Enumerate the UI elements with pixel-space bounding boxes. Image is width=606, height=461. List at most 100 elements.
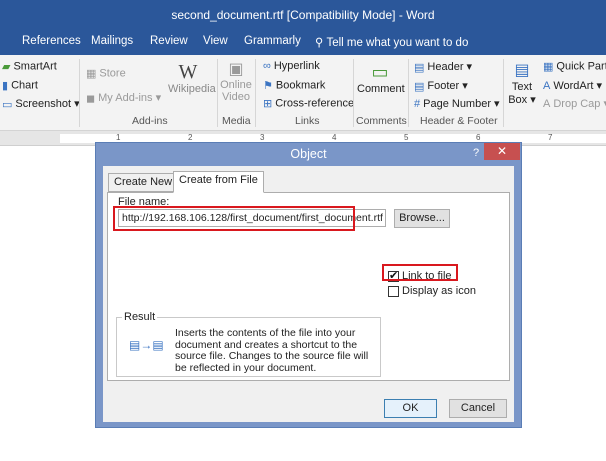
media-group-label: Media	[222, 115, 251, 127]
store-icon: ▦	[86, 68, 97, 80]
create-from-file-panel: File name: http://192.168.106.128/first_…	[107, 192, 510, 381]
comment-label: Comment	[357, 83, 405, 95]
window-title-bar: second_document.rtf [Compatibility Mode]…	[0, 0, 606, 31]
linked-file-icon: ▤→▤	[129, 338, 164, 352]
drop-cap-label: Drop Cap	[553, 98, 601, 110]
cancel-button[interactable]: Cancel	[449, 399, 507, 418]
wordart-button[interactable]: A WordArt ▾	[543, 79, 602, 92]
ribbon-tab-bar: References Mailings Review View Grammarl…	[0, 31, 606, 55]
cross-reference-label: Cross-reference	[275, 97, 355, 110]
footer-label: Footer	[427, 80, 460, 92]
tell-me-box[interactable]: ⚲ Tell me what you want to do	[315, 35, 468, 49]
quick-parts-icon: ▦	[543, 61, 554, 73]
drop-cap-button[interactable]: ADrop Cap ▾	[543, 97, 606, 110]
screenshot-button[interactable]: ▭ Screenshot ▾	[2, 97, 80, 111]
group-divider	[503, 59, 504, 127]
header-label: Header	[427, 61, 464, 73]
group-divider	[408, 59, 409, 127]
chevron-down-icon: ▾	[491, 98, 500, 110]
hyperlink-label: Hyperlink	[273, 60, 320, 72]
dialog-title: Object	[290, 147, 327, 161]
display-as-icon-checkbox[interactable]	[388, 286, 399, 297]
display-as-icon-label[interactable]: Display as icon	[402, 285, 476, 297]
smartart-icon: ▰	[2, 61, 11, 73]
page-number-label: Page Number	[423, 98, 491, 110]
page-number-button[interactable]: # Page Number ▾	[414, 97, 500, 110]
chevron-down-icon: ▾	[593, 80, 603, 92]
group-divider	[79, 59, 80, 127]
ruler-mark: 5	[404, 133, 409, 142]
close-icon: ✕	[496, 144, 508, 158]
links-group-label: Links	[295, 115, 320, 127]
wikipedia-icon: W	[178, 61, 198, 83]
text-box-icon: ▤	[514, 62, 530, 79]
tab-create-new[interactable]: Create New	[108, 173, 179, 192]
link-to-file-highlight	[382, 264, 458, 281]
result-group: Result ▤→▤ Inserts the contents of the f…	[116, 311, 381, 377]
chevron-down-icon: ▾	[463, 61, 473, 73]
close-button[interactable]: ✕	[484, 143, 520, 160]
drop-cap-icon: A	[543, 98, 551, 111]
lightbulb-icon: ⚲	[315, 37, 324, 49]
chart-button[interactable]: ▮ Chart	[2, 79, 38, 92]
chevron-down-icon: ▾	[600, 98, 606, 110]
dialog-body: Create New Create from File File name: h…	[103, 166, 514, 422]
bookmark-button[interactable]: ⚑ Bookmark	[263, 79, 325, 92]
header-icon: ▤	[414, 61, 425, 74]
comments-group-label: Comments	[356, 115, 407, 127]
text-box-label-1: Text	[511, 81, 533, 93]
wikipedia-label: Wikipedia	[168, 83, 216, 95]
tab-references[interactable]: References	[22, 35, 81, 47]
wikipedia-button[interactable]: W Wikipedia	[168, 61, 216, 95]
store-button[interactable]: ▦ Store	[86, 67, 126, 80]
smartart-label: SmartArt	[13, 60, 57, 73]
tab-grammarly[interactable]: Grammarly	[244, 35, 301, 47]
tab-view[interactable]: View	[203, 35, 228, 47]
tell-me-text: Tell me what you want to do	[326, 37, 469, 49]
chevron-down-icon: ▾	[152, 92, 162, 104]
header-footer-group-label: Header & Footer	[420, 115, 498, 127]
ruler-mark: 6	[476, 133, 481, 142]
cross-reference-button[interactable]: ⊞ Cross-reference	[263, 97, 354, 110]
ok-button[interactable]: OK	[384, 399, 437, 418]
comment-icon: ▭	[371, 62, 389, 82]
page-number-icon: #	[414, 98, 421, 111]
ruler-mark: 7	[548, 133, 553, 142]
header-button[interactable]: ▤ Header ▾	[414, 60, 472, 74]
quick-parts-button[interactable]: ▦Quick Parts	[543, 60, 606, 73]
group-divider	[353, 59, 354, 127]
addins-icon: ◼	[86, 92, 96, 105]
quick-parts-label: Quick Parts	[556, 60, 606, 73]
addins-group-label: Add-ins	[132, 115, 168, 127]
comment-button[interactable]: ▭ Comment	[357, 61, 405, 95]
smartart-button[interactable]: ▰ SmartArt	[2, 60, 57, 73]
store-label: Store	[99, 67, 126, 80]
screenshot-icon: ▭	[2, 98, 13, 111]
result-title: Result	[122, 311, 158, 323]
group-divider	[255, 59, 256, 127]
text-box-label-2: Box ▾	[508, 94, 536, 106]
tab-review[interactable]: Review	[150, 35, 188, 47]
hyperlink-button[interactable]: ∞ Hyperlink	[263, 60, 320, 72]
ruler-mark: 4	[332, 133, 337, 142]
tab-create-from-file[interactable]: Create from File	[173, 171, 264, 193]
online-video-label-2: Video	[222, 91, 250, 103]
footer-button[interactable]: ▤ Footer ▾	[414, 79, 468, 93]
ruler-mark: 3	[260, 133, 265, 142]
chart-icon: ▮	[2, 80, 9, 92]
bookmark-icon: ⚑	[263, 80, 273, 92]
wordart-label: WordArt	[553, 80, 594, 92]
screenshot-label: Screenshot	[15, 98, 72, 110]
tab-mailings[interactable]: Mailings	[91, 35, 133, 47]
online-video-label-1: Online	[220, 79, 252, 91]
object-dialog: Object ? ✕ Create New Create from File F…	[95, 142, 522, 428]
text-box-button[interactable]: ▤ Text Box ▾	[508, 61, 536, 106]
help-button[interactable]: ?	[468, 143, 484, 165]
chevron-down-icon: ▾	[459, 80, 468, 92]
my-addins-label: My Add-ins	[98, 92, 153, 104]
browse-button[interactable]: Browse...	[394, 209, 450, 228]
file-name-highlight	[113, 206, 355, 231]
my-addins-button[interactable]: ◼ My Add-ins ▾	[86, 91, 161, 105]
online-video-button[interactable]: ▣ Online Video	[220, 61, 252, 103]
ribbon: ▰ SmartArt ▮ Chart ▭ Screenshot ▾ ▦ Store ◼ M…	[0, 55, 606, 131]
